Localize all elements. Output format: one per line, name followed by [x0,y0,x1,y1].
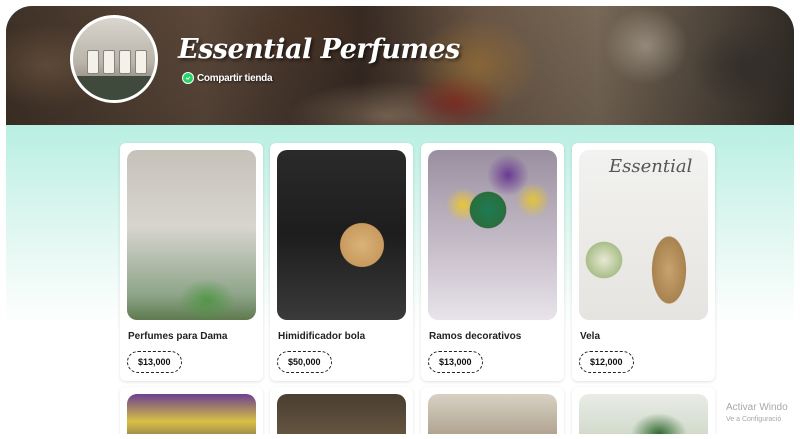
share-store-link[interactable]: Compartir tienda [182,72,273,84]
product-name: Himidificador bola [278,331,366,342]
product-image[interactable] [127,150,256,320]
product-card[interactable]: Himidificador bola $50,000 [270,143,413,381]
store-page: Essential Perfumes Compartir tienda Perf… [6,6,794,434]
watermark-line-1: Activar Windo [726,402,788,413]
product-name: Perfumes para Dama [128,331,228,342]
product-price: $12,000 [579,351,634,373]
product-price: $13,000 [428,351,483,373]
product-name: Ramos decorativos [429,331,522,342]
whatsapp-icon [182,72,194,84]
product-price: $50,000 [277,351,332,373]
product-card[interactable] [572,387,715,434]
share-store-label: Compartir tienda [197,72,273,84]
store-avatar[interactable] [70,15,158,103]
product-image[interactable] [127,394,256,434]
product-image[interactable] [277,394,406,434]
product-image[interactable] [428,150,557,320]
product-card[interactable]: Perfumes para Dama $13,000 [120,143,263,381]
product-image[interactable] [579,394,708,434]
product-card[interactable] [120,387,263,434]
windows-activation-watermark: Activar Windo Ve a Configuració [726,402,788,423]
product-image[interactable]: Essential [579,150,708,320]
watermark-line-2: Ve a Configuració [726,416,782,423]
product-name: Vela [580,331,601,342]
product-card[interactable] [421,387,564,434]
product-image[interactable] [277,150,406,320]
product-card[interactable]: Essential Vela $12,000 [572,143,715,381]
product-image[interactable] [428,394,557,434]
store-title: Essential Perfumes [178,34,460,65]
photo-brand-text: Essential [609,156,693,177]
product-card[interactable]: Ramos decorativos $13,000 [421,143,564,381]
product-card[interactable] [270,387,413,434]
product-price: $13,000 [127,351,182,373]
